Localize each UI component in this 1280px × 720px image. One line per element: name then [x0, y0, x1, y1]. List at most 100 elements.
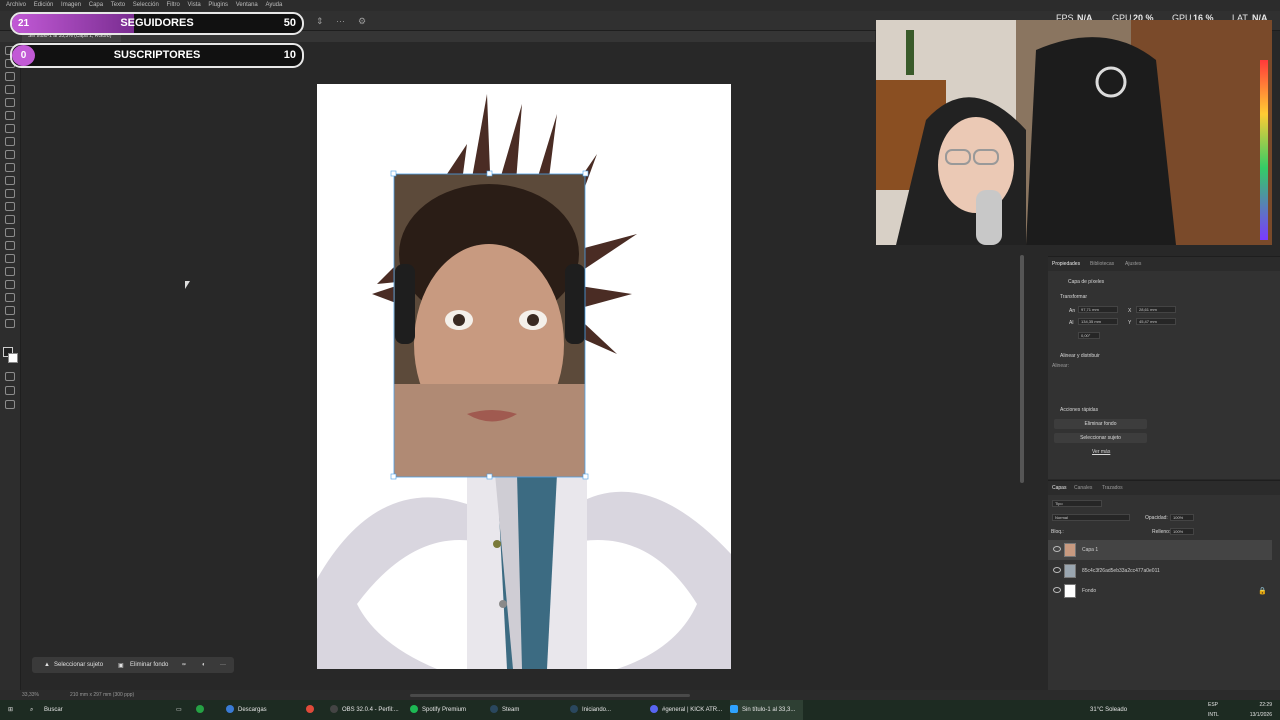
x-input[interactable]: 28,61 mm — [1136, 306, 1176, 313]
more-tools-icon[interactable] — [5, 293, 15, 302]
menu-texto[interactable]: Texto — [111, 0, 125, 11]
transform-section-title[interactable]: Transformar — [1060, 294, 1087, 300]
layer-row[interactable]: Capa 1 — [1048, 540, 1272, 560]
gradient-tool-icon[interactable] — [5, 202, 15, 211]
menu-edicion[interactable]: Edición — [34, 0, 54, 11]
ctx-remove-background-button[interactable]: Eliminar fondo — [130, 662, 168, 668]
height-input[interactable]: 134,35 mm — [1078, 318, 1118, 325]
tab-properties[interactable]: Propiedades — [1052, 261, 1080, 267]
clock[interactable]: 22:29 13/1/2026 — [1228, 700, 1272, 720]
eyedropper-tool-icon[interactable] — [5, 124, 15, 133]
layers-tabs: Capas Canales Trazados — [1048, 481, 1280, 495]
remove-background-button[interactable]: Eliminar fondo — [1054, 419, 1147, 429]
layer-name[interactable]: 85c4c3f26ad5eb33a2cc477a0e011 — [1082, 568, 1160, 574]
document-canvas[interactable] — [317, 84, 731, 669]
tab-layers[interactable]: Capas — [1052, 485, 1066, 491]
menu-ventana[interactable]: Ventana — [236, 0, 258, 11]
horizontal-scrollbar[interactable] — [410, 694, 690, 697]
taskbar-app[interactable]: Steam — [490, 700, 519, 720]
visibility-eye-icon[interactable] — [1053, 587, 1061, 593]
layer-row[interactable]: Fondo 🔒 — [1048, 581, 1272, 601]
whatsapp-icon[interactable] — [196, 700, 208, 720]
start-icon[interactable]: ⊞ — [8, 700, 22, 720]
tab-channels[interactable]: Canales — [1074, 485, 1092, 491]
menu-plugins[interactable]: Plugins — [208, 0, 228, 11]
menu-capa[interactable]: Capa — [89, 0, 103, 11]
brush-tool-icon[interactable] — [5, 150, 15, 159]
ctx-more-icon[interactable]: ··· — [220, 662, 226, 668]
visibility-eye-icon[interactable] — [1053, 567, 1061, 573]
quick-actions-title[interactable]: Acciones rápidas — [1060, 407, 1098, 413]
task-view-icon[interactable]: ▭ — [176, 700, 182, 720]
lasso-tool-icon[interactable] — [5, 72, 15, 81]
opacity-input[interactable]: 100% — [1170, 514, 1194, 521]
visibility-eye-icon[interactable] — [1053, 546, 1061, 552]
ctx-lasso-icon[interactable]: ꟹ — [182, 662, 186, 669]
edit-toolbar-icon[interactable] — [5, 400, 15, 409]
taskbar-app[interactable]: OBS 32.0.4 - Perfil:... — [330, 700, 399, 720]
background-color-swatch[interactable] — [8, 353, 18, 363]
angle-input[interactable]: 0,00° — [1078, 332, 1100, 339]
dodge-tool-icon[interactable] — [5, 228, 15, 237]
ctx-mask-icon[interactable]: ◐ — [202, 662, 206, 668]
layer-row[interactable]: 85c4c3f26ad5eb33a2cc477a0e011 — [1048, 561, 1272, 581]
weather[interactable]: 31°C Soleado — [1090, 700, 1127, 720]
healing-brush-tool-icon[interactable] — [5, 137, 15, 146]
contextual-task-bar: ▲ Seleccionar sujeto ▣ Eliminar fondo ꟹ … — [32, 657, 234, 673]
taskbar-app[interactable]: Descargas — [226, 700, 267, 720]
menu-seleccion[interactable]: Selección — [133, 0, 159, 11]
screen-mode-icon[interactable] — [5, 386, 15, 395]
path-select-tool-icon[interactable] — [5, 267, 15, 276]
tab-libraries[interactable]: Bibliotecas — [1090, 261, 1114, 267]
layers-panel: Capas Canales Trazados Tipo Normal Opaci… — [1048, 480, 1280, 691]
align-section-title[interactable]: Alinear y distribuir — [1060, 353, 1100, 359]
width-input[interactable]: 97,71 mm — [1078, 306, 1118, 313]
clone-stamp-tool-icon[interactable] — [5, 163, 15, 172]
align-sublabel: Alinear: — [1052, 363, 1069, 369]
blur-tool-icon[interactable] — [5, 215, 15, 224]
pen-tool-icon[interactable] — [5, 241, 15, 250]
menu-imagen[interactable]: Imagen — [61, 0, 81, 11]
layer-name[interactable]: Fondo — [1082, 588, 1096, 594]
gear-icon[interactable]: ⚙ — [358, 16, 366, 27]
align-vertical-icon[interactable]: ⇕ — [316, 16, 324, 27]
chrome-icon[interactable] — [306, 700, 318, 720]
taskbar-app[interactable]: Sin título-1 al 33,3... — [730, 700, 804, 720]
more-options-icon[interactable]: ··· — [336, 16, 345, 26]
eraser-tool-icon[interactable] — [5, 189, 15, 198]
taskbar-app[interactable]: Spotify Premium — [410, 700, 466, 720]
menu-ayuda[interactable]: Ayuda — [265, 0, 282, 11]
quick-mask-icon[interactable] — [5, 372, 15, 381]
taskbar-app[interactable]: Iniciando... — [570, 700, 611, 720]
webcam-overlay — [876, 20, 1272, 245]
layer-type-label: Capa de píxeles — [1068, 279, 1105, 285]
ctx-select-subject-button[interactable]: Seleccionar sujeto — [54, 662, 103, 668]
menu-filtro[interactable]: Filtro — [166, 0, 179, 11]
tab-adjustments[interactable]: Ajustes — [1125, 261, 1141, 267]
rectangle-tool-icon[interactable] — [5, 280, 15, 289]
taskbar-app[interactable]: #general | KICK ATR... — [650, 700, 722, 720]
blend-mode-select[interactable]: Normal — [1052, 514, 1130, 521]
menu-vista[interactable]: Vista — [187, 0, 200, 11]
fill-label: Relleno: — [1152, 529, 1171, 535]
y-input[interactable]: 45,47 mm — [1136, 318, 1176, 325]
layer-name[interactable]: Capa 1 — [1082, 547, 1098, 553]
layer-filter-select[interactable]: Tipo — [1052, 500, 1102, 507]
object-select-tool-icon[interactable] — [5, 85, 15, 94]
vertical-scrollbar[interactable] — [1020, 255, 1024, 483]
frame-tool-icon[interactable] — [5, 111, 15, 120]
zoom-level[interactable]: 33,33% — [22, 692, 39, 698]
hand-tool-icon[interactable] — [5, 306, 15, 315]
search-icon[interactable]: ⌕ — [30, 700, 33, 720]
history-brush-tool-icon[interactable] — [5, 176, 15, 185]
crop-tool-icon[interactable] — [5, 98, 15, 107]
zoom-tool-icon[interactable] — [5, 319, 15, 328]
menu-archivo[interactable]: Archivo — [6, 0, 26, 11]
type-tool-icon[interactable] — [5, 254, 15, 263]
see-more-link[interactable]: Ver más — [1092, 449, 1110, 455]
select-subject-button[interactable]: Seleccionar sujeto — [1054, 433, 1147, 443]
tab-paths[interactable]: Trazados — [1102, 485, 1123, 491]
search-box[interactable]: Buscar — [44, 700, 63, 720]
fill-input[interactable]: 100% — [1170, 528, 1194, 535]
language-indicator[interactable]: ESP INTL — [1208, 700, 1219, 720]
